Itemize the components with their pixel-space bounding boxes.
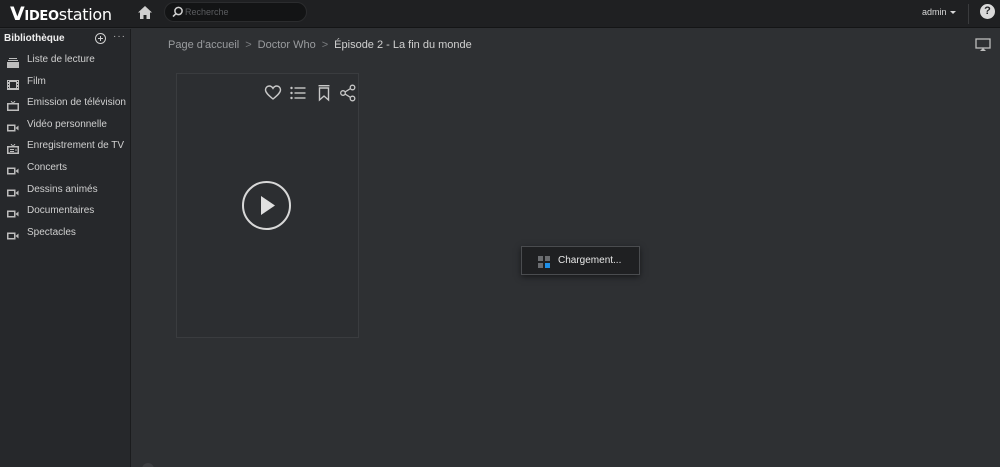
breadcrumb-current: Épisode 2 - La fin du monde [334, 39, 472, 51]
film-icon [7, 77, 19, 90]
breadcrumb: Page d'accueil > Doctor Who > Épisode 2 - La… [168, 39, 472, 51]
sidebar-item-cartoons[interactable]: Dessins animés [0, 180, 131, 200]
sidebar-item-shows[interactable]: Spectacles [0, 223, 131, 243]
bookmark-icon[interactable] [315, 84, 333, 102]
chevron-right-icon: > [245, 39, 252, 51]
search-icon [171, 5, 185, 19]
share-icon[interactable] [339, 84, 357, 102]
sidebar-item-tv-recording[interactable]: Enregistrement de TV [0, 136, 131, 156]
more-options-icon[interactable]: ··· [113, 31, 126, 42]
topbar-divider [968, 4, 969, 24]
sidebar-item-film[interactable]: Film [0, 72, 131, 92]
breadcrumb-series[interactable]: Doctor Who [258, 39, 316, 51]
sidebar-item-playlist[interactable]: Liste de lecture [0, 50, 131, 70]
sidebar-item-tv-show[interactable]: Émission de télévision [0, 93, 131, 113]
video-camera-icon [7, 163, 19, 175]
sidebar-item-home-video[interactable]: Vidéo personnelle [0, 115, 131, 135]
scroll-handle[interactable] [142, 463, 154, 467]
search-box[interactable] [164, 2, 307, 22]
playlist-icon [7, 55, 19, 68]
play-button[interactable] [242, 181, 291, 230]
sidebar: Bibliothèque ··· Liste de lecture Film É… [0, 29, 131, 467]
list-icon[interactable] [289, 84, 307, 102]
sidebar-item-label: Film [27, 76, 46, 87]
loading-spinner-icon [538, 255, 550, 268]
chevron-down-icon [949, 11, 956, 15]
sidebar-item-label: Enregistrement de TV [27, 140, 125, 151]
tv-icon [7, 98, 19, 111]
home-icon[interactable] [136, 4, 154, 22]
video-camera-icon [7, 120, 19, 132]
sidebar-item-label: Concerts [27, 162, 68, 173]
sidebar-item-label: Dessins animés [27, 184, 98, 195]
top-bar: VIDEOstation admin ? [0, 0, 1000, 28]
app-logo: VIDEOstation [10, 3, 112, 25]
play-icon [261, 196, 275, 215]
tv-recording-icon [7, 141, 19, 154]
video-camera-icon [7, 228, 19, 240]
sidebar-item-label: Liste de lecture [27, 54, 95, 65]
add-library-icon[interactable] [95, 33, 106, 44]
chevron-right-icon: > [321, 39, 329, 51]
sidebar-item-concerts[interactable]: Concerts [0, 158, 131, 178]
help-icon[interactable]: ? [980, 4, 995, 19]
loading-text: Chargement... [558, 255, 622, 266]
sidebar-item-documentaries[interactable]: Documentaires [0, 201, 131, 221]
sidebar-item-label: Émission de télévision [27, 97, 126, 108]
sidebar-item-label: Vidéo personnelle [27, 119, 107, 130]
breadcrumb-home[interactable]: Page d'accueil [168, 39, 239, 51]
sidebar-title: Bibliothèque [4, 33, 65, 44]
user-name: admin [922, 7, 947, 17]
sidebar-header: Bibliothèque ··· [0, 29, 131, 49]
loading-indicator: Chargement... [521, 246, 640, 275]
heart-icon[interactable] [264, 84, 282, 102]
video-camera-icon [7, 185, 19, 197]
sidebar-item-label: Spectacles [27, 227, 76, 238]
sidebar-item-label: Documentaires [27, 205, 95, 216]
cast-icon[interactable] [975, 38, 991, 52]
user-menu[interactable]: admin [922, 7, 956, 17]
search-input[interactable] [185, 4, 303, 20]
video-camera-icon [7, 206, 19, 218]
